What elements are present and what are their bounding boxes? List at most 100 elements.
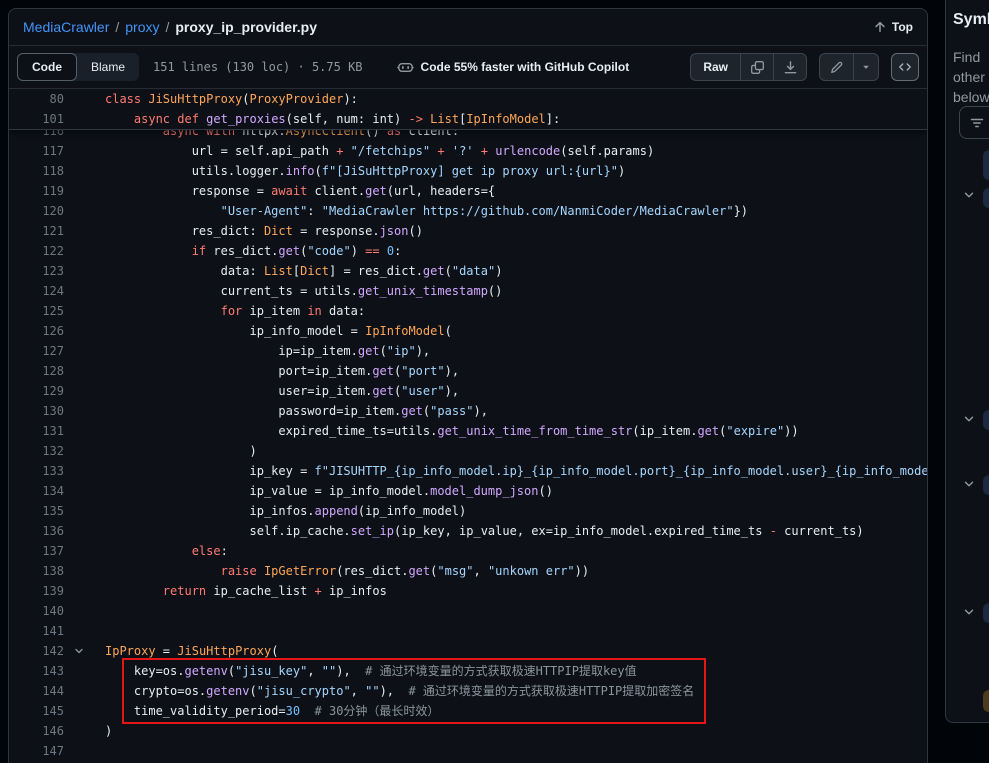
line-number[interactable]: 144 xyxy=(9,681,64,701)
code-text: ip_value = ip_info_model.model_dump_json… xyxy=(64,481,553,501)
symbols-description-line: Find xyxy=(953,47,989,67)
line-number[interactable]: 133 xyxy=(9,461,64,481)
line-number[interactable]: 127 xyxy=(9,341,64,361)
line-number[interactable]: 122 xyxy=(9,241,64,261)
code-line: 131 expired_time_ts=utils.get_unix_time_… xyxy=(9,421,927,441)
line-number[interactable]: 131 xyxy=(9,421,64,441)
copilot-icon xyxy=(397,59,414,76)
symbol-pill[interactable] xyxy=(983,188,989,208)
line-number[interactable]: 117 xyxy=(9,141,64,161)
copy-button[interactable] xyxy=(740,54,773,80)
copilot-banner[interactable]: Code 55% faster with GitHub Copilot xyxy=(397,59,630,76)
line-number[interactable]: 142 xyxy=(9,641,64,661)
line-number[interactable]: 121 xyxy=(9,221,64,241)
line-number[interactable]: 145 xyxy=(9,701,64,721)
code-text: time_validity_period=30 # 30分钟（最长时效） xyxy=(64,701,439,721)
chevron-down-icon[interactable] xyxy=(962,412,976,426)
line-number[interactable]: 141 xyxy=(9,621,64,641)
code-text: if res_dict.get("code") == 0: xyxy=(64,241,401,261)
code-text: data: List[Dict] = res_dict.get("data") xyxy=(64,261,502,281)
symbols-description: Find other below xyxy=(953,47,989,107)
code-line: 119 response = await client.get(url, hea… xyxy=(9,181,927,201)
line-number[interactable]: 146 xyxy=(9,721,64,741)
line-number[interactable]: 147 xyxy=(9,741,64,761)
line-number[interactable]: 118 xyxy=(9,161,64,181)
line-number[interactable]: 126 xyxy=(9,321,64,341)
code-text: ip_infos.append(ip_info_model) xyxy=(64,501,466,521)
line-number[interactable]: 125 xyxy=(9,301,64,321)
line-number[interactable]: 140 xyxy=(9,601,64,621)
code-text: ip=ip_item.get("ip"), xyxy=(64,341,430,361)
code-line: 134 ip_value = ip_info_model.model_dump_… xyxy=(9,481,927,501)
download-button[interactable] xyxy=(773,54,806,80)
download-icon xyxy=(783,60,798,75)
symbol-pill[interactable] xyxy=(983,690,989,712)
line-number[interactable]: 123 xyxy=(9,261,64,281)
symbols-description-line: other xyxy=(953,67,989,87)
code-line: 125 for ip_item in data: xyxy=(9,301,927,321)
line-number[interactable]: 130 xyxy=(9,401,64,421)
line-number[interactable]: 143 xyxy=(9,661,64,681)
breadcrumb-repo-link[interactable]: MediaCrawler xyxy=(23,19,109,35)
code-line: 127 ip=ip_item.get("ip"), xyxy=(9,341,927,361)
breadcrumb-folder-link[interactable]: proxy xyxy=(125,19,159,35)
line-number[interactable]: 134 xyxy=(9,481,64,501)
symbol-pill[interactable] xyxy=(983,603,989,623)
line-number[interactable]: 101 xyxy=(9,109,64,129)
line-number[interactable]: 136 xyxy=(9,521,64,541)
back-to-top-link[interactable]: Top xyxy=(873,20,913,34)
code-text xyxy=(64,601,105,621)
line-number[interactable]: 80 xyxy=(9,89,64,109)
edit-button[interactable] xyxy=(820,54,853,80)
line-number[interactable]: 135 xyxy=(9,501,64,521)
line-number[interactable]: 138 xyxy=(9,561,64,581)
code-line: 133 ip_key = f"JISUHTTP_{ip_info_model.i… xyxy=(9,461,927,481)
code-line: 128 port=ip_item.get("port"), xyxy=(9,361,927,381)
line-number[interactable]: 129 xyxy=(9,381,64,401)
code-text: key=os.getenv("jisu_key", ""), # 通过环境变量的… xyxy=(64,661,637,681)
filter-button[interactable] xyxy=(959,106,989,139)
code-line: 135 ip_infos.append(ip_info_model) xyxy=(9,501,927,521)
line-number[interactable]: 128 xyxy=(9,361,64,381)
code-line: 116 async with httpx.AsyncClient() as cl… xyxy=(9,130,927,141)
symbol-pill[interactable] xyxy=(983,475,989,495)
sticky-lines: 80class JiSuHttpProxy(ProxyProvider):101… xyxy=(9,89,927,130)
code-line: 137 else: xyxy=(9,541,927,561)
line-number[interactable]: 137 xyxy=(9,541,64,561)
code-line: 129 user=ip_item.get("user"), xyxy=(9,381,927,401)
code-line: 126 ip_info_model = IpInfoModel( xyxy=(9,321,927,341)
symbols-heading: Symbols xyxy=(953,11,989,29)
line-number[interactable]: 132 xyxy=(9,441,64,461)
symbol-pill[interactable] xyxy=(983,410,989,430)
code-text: utils.logger.info(f"[JiSuHttpProxy] get … xyxy=(64,161,625,181)
code-icon xyxy=(898,60,912,74)
line-number[interactable]: 116 xyxy=(9,130,64,141)
tab-code[interactable]: Code xyxy=(17,53,77,81)
toolbar-actions: Raw xyxy=(690,53,919,81)
code-line: 101 async def get_proxies(self, num: int… xyxy=(9,109,927,129)
line-number[interactable]: 120 xyxy=(9,201,64,221)
breadcrumb: MediaCrawler / proxy / proxy_ip_provider… xyxy=(9,9,927,46)
line-number[interactable]: 124 xyxy=(9,281,64,301)
tab-blame[interactable]: Blame xyxy=(77,53,139,81)
chevron-down-icon[interactable] xyxy=(962,605,976,619)
code-text: current_ts = utils.get_unix_timestamp() xyxy=(64,281,502,301)
code-text: async with httpx.AsyncClient() as client… xyxy=(64,130,459,141)
line-number[interactable]: 119 xyxy=(9,181,64,201)
page: MediaCrawler / proxy / proxy_ip_provider… xyxy=(0,0,989,763)
code-text: res_dict: Dict = response.json() xyxy=(64,221,423,241)
chevron-down-icon[interactable] xyxy=(962,188,976,202)
collapse-chevron-icon[interactable] xyxy=(71,644,87,658)
edit-dropdown-button[interactable] xyxy=(853,54,878,80)
code-line: 124 current_ts = utils.get_unix_timestam… xyxy=(9,281,927,301)
copilot-text: Code 55% faster with GitHub Copilot xyxy=(421,60,630,74)
raw-button[interactable]: Raw xyxy=(691,54,740,80)
code-text: port=ip_item.get("port"), xyxy=(64,361,459,381)
line-number[interactable]: 139 xyxy=(9,581,64,601)
symbol-pill[interactable] xyxy=(983,150,989,180)
symbols-toggle-button[interactable] xyxy=(891,53,919,81)
code-line: 147 xyxy=(9,741,927,761)
chevron-down-icon[interactable] xyxy=(962,477,976,491)
copy-icon xyxy=(750,60,765,75)
code-text: class JiSuHttpProxy(ProxyProvider): xyxy=(64,89,358,109)
